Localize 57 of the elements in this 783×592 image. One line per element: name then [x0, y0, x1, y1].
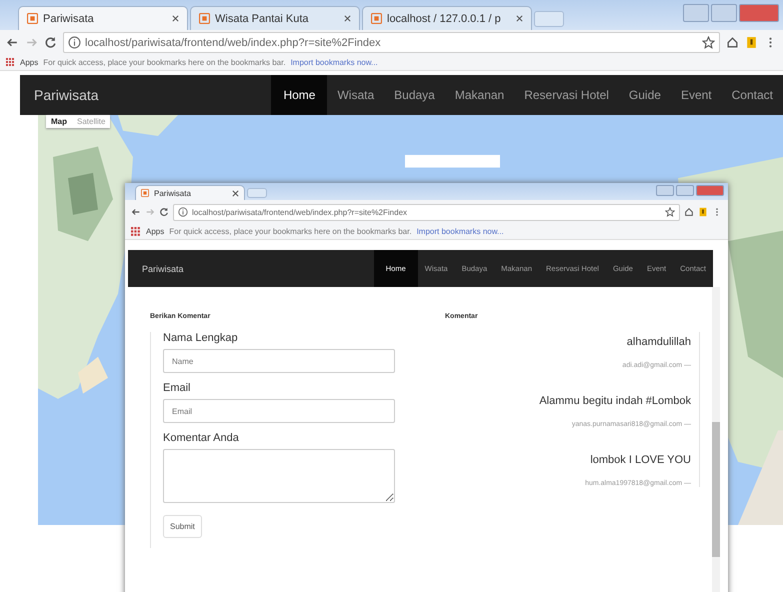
comment-field[interactable] — [163, 449, 395, 503]
browser-tab[interactable]: Wisata Pantai Kuta — [190, 6, 360, 30]
back-icon[interactable] — [131, 207, 141, 217]
field-label: Nama Lengkap — [163, 332, 238, 344]
home-icon[interactable] — [684, 207, 694, 217]
close-icon[interactable] — [516, 15, 523, 22]
address-bar[interactable]: localhost/pariwisata/frontend/web/index.php?r=site%2Findex — [63, 32, 720, 53]
scroll-thumb[interactable] — [712, 422, 720, 557]
extension-icon[interactable] — [698, 207, 708, 217]
home-icon[interactable] — [726, 36, 739, 49]
browser-tab[interactable]: Pariwisata — [135, 185, 245, 200]
nav-link[interactable]: Contact — [722, 75, 783, 115]
input-field[interactable]: Name — [163, 349, 395, 373]
close-icon[interactable] — [344, 15, 351, 22]
reload-icon[interactable] — [44, 36, 57, 49]
nav-link[interactable]: Home — [271, 75, 328, 115]
apps-icon[interactable] — [6, 58, 15, 67]
favicon-icon — [371, 13, 382, 24]
import-bookmarks-link[interactable]: Import bookmarks now... — [416, 227, 504, 236]
star-icon[interactable] — [665, 207, 675, 217]
reload-icon[interactable] — [159, 207, 169, 217]
nav-link[interactable]: Makanan — [444, 75, 514, 115]
field-label: Email — [163, 382, 191, 394]
comment-text: Alammu begitu indah #Lombok — [539, 395, 691, 407]
brand-link[interactable]: Pariwisata — [142, 264, 374, 274]
close-icon[interactable] — [232, 190, 239, 196]
nav-link[interactable]: Wisata — [327, 75, 384, 115]
back-icon[interactable] — [6, 36, 19, 49]
favicon-icon — [141, 189, 149, 197]
submit-button[interactable]: Submit — [163, 515, 202, 538]
favicon-icon — [27, 13, 38, 24]
browser-tab[interactable]: localhost / 127.0.0.1 / p — [362, 6, 532, 30]
input-field[interactable]: Email — [163, 399, 395, 423]
comment-text: alhamdulillah — [626, 336, 691, 348]
nav-link[interactable]: Budaya — [384, 75, 445, 115]
extension-icon[interactable] — [745, 36, 758, 49]
apps-icon[interactable] — [131, 226, 141, 236]
favicon-icon — [199, 13, 210, 24]
nav-link[interactable]: Event — [670, 75, 722, 115]
apps-link[interactable]: Apps — [146, 227, 164, 236]
map-type-button[interactable]: Map — [46, 115, 72, 128]
close-icon[interactable] — [172, 15, 179, 22]
bookmarks-hint: For quick access, place your bookmarks here on the bookmarks bar. — [169, 227, 412, 236]
scrollbar[interactable] — [712, 287, 720, 592]
browser-tab[interactable]: Pariwisata — [18, 6, 188, 30]
nav-link[interactable]: Reservasi Hotel — [514, 75, 619, 115]
info-icon — [68, 36, 81, 49]
brand-link[interactable]: Pariwisata — [34, 87, 272, 103]
import-bookmarks-link[interactable]: Import bookmarks now... — [290, 58, 378, 67]
address-bar[interactable]: localhost/pariwisata/frontend/web/index.php?r=site%2Findex — [173, 204, 680, 220]
field-label: Komentar Anda — [163, 432, 239, 444]
nav-link[interactable]: Guide — [618, 75, 671, 115]
star-icon[interactable] — [702, 36, 715, 49]
apps-link[interactable]: Apps — [20, 58, 38, 67]
info-icon — [178, 207, 188, 217]
bookmarks-hint: For quick access, place your bookmarks here on the bookmarks bar. — [43, 58, 286, 67]
comment-text: lombok I LOVE YOU — [590, 454, 691, 466]
